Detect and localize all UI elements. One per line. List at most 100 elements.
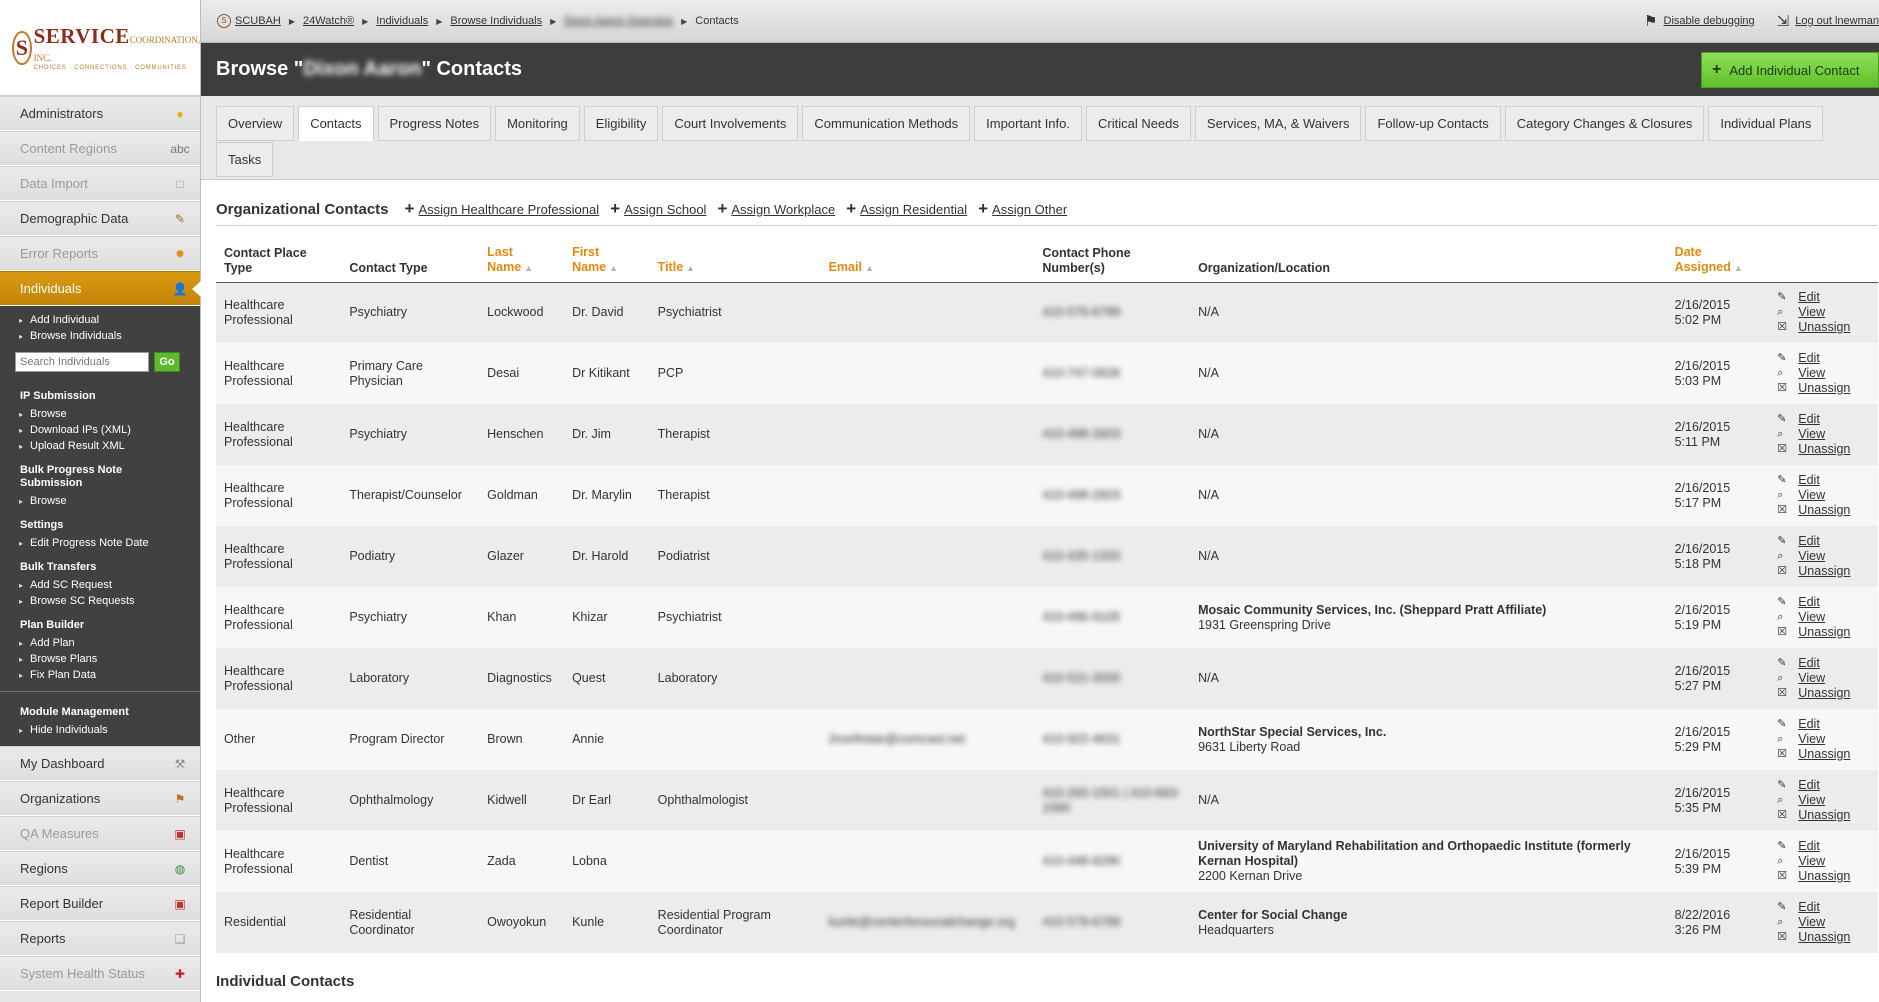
subnav-link-browse[interactable]: Browse — [0, 493, 200, 509]
column-header-last-name[interactable]: Last Name ▲ — [479, 242, 565, 283]
tab-critical-needs[interactable]: Critical Needs — [1086, 106, 1191, 141]
view-link[interactable]: View — [1798, 671, 1825, 686]
edit-link[interactable]: Edit — [1798, 412, 1820, 427]
subnav-link-download-ips-xml[interactable]: Download IPs (XML) — [0, 422, 200, 438]
tab-individual-plans[interactable]: Individual Plans — [1708, 106, 1824, 141]
subnav-link-add-plan[interactable]: Add Plan — [0, 635, 200, 651]
subnav-link-add-sc-request[interactable]: Add SC Request — [0, 577, 200, 593]
assign-link-assign-workplace[interactable]: + Assign Workplace — [717, 199, 835, 219]
sidebar-item-my-dashboard[interactable]: My Dashboard ⚒ — [0, 746, 200, 781]
edit-link[interactable]: Edit — [1798, 900, 1820, 915]
tab-court-involvements[interactable]: Court Involvements — [662, 106, 799, 141]
tab-progress-notes[interactable]: Progress Notes — [377, 106, 492, 141]
table-row: Healthcare Professional Podiatry Glazer Dr.… — [216, 526, 1878, 587]
edit-link[interactable]: Edit — [1798, 778, 1820, 793]
tab-important-info[interactable]: Important Info. — [974, 106, 1082, 141]
sidebar-item-error-reports[interactable]: Error Reports ✹ — [0, 236, 200, 271]
breadcrumb-item-24watch[interactable]: 24Watch® — [303, 15, 354, 27]
subnav-link-browse-plans[interactable]: Browse Plans — [0, 651, 200, 667]
view-link[interactable]: View — [1798, 305, 1825, 320]
subnav-link-add-individual[interactable]: Add Individual — [0, 312, 200, 328]
edit-link[interactable]: Edit — [1798, 351, 1820, 366]
view-link[interactable]: View — [1798, 610, 1825, 625]
column-header-email[interactable]: Email ▲ — [820, 242, 1035, 283]
assign-link-assign-school[interactable]: + Assign School — [610, 199, 706, 219]
edit-link[interactable]: Edit — [1798, 534, 1820, 549]
tab-contacts[interactable]: Contacts — [298, 106, 374, 141]
sidebar-item-report-builder[interactable]: Report Builder ▣ — [0, 886, 200, 921]
sidebar-item-reports[interactable]: Reports ❏ — [0, 921, 200, 956]
subnav-link-browse-sc-requests[interactable]: Browse SC Requests — [0, 593, 200, 609]
view-link[interactable]: View — [1798, 488, 1825, 503]
sidebar-item-system-health-status[interactable]: System Health Status ✚ — [0, 956, 200, 991]
view-link[interactable]: View — [1798, 366, 1825, 381]
view-link[interactable]: View — [1798, 732, 1825, 747]
tab-monitoring[interactable]: Monitoring — [495, 106, 580, 141]
sidebar-item-administrators[interactable]: Administrators ● — [0, 96, 200, 131]
sidebar-item-data-import[interactable]: Data Import □ — [0, 166, 200, 201]
tab-tasks[interactable]: Tasks — [216, 142, 274, 177]
search-go-button[interactable]: Go — [154, 352, 180, 372]
column-header-date-assigned[interactable]: Date Assigned ▲ — [1666, 242, 1770, 283]
unassign-link[interactable]: Unassign — [1798, 930, 1850, 945]
sidebar-item-label: Demographic Data — [20, 211, 129, 226]
subnav-link-fix-plan-data[interactable]: Fix Plan Data — [0, 667, 200, 683]
cell-email — [820, 465, 1035, 526]
subnav-link-browse[interactable]: Browse — [0, 406, 200, 422]
edit-link[interactable]: Edit — [1798, 839, 1820, 854]
view-link[interactable]: View — [1798, 854, 1825, 869]
edit-link[interactable]: Edit — [1798, 717, 1820, 732]
tab-category-changes-closures[interactable]: Category Changes & Closures — [1504, 106, 1705, 141]
unassign-link[interactable]: Unassign — [1798, 747, 1850, 762]
unassign-link[interactable]: Unassign — [1798, 503, 1850, 518]
sidebar-item-organizations[interactable]: Organizations ⚑ — [0, 781, 200, 816]
edit-link[interactable]: Edit — [1798, 656, 1820, 671]
tab-overview[interactable]: Overview — [216, 106, 295, 141]
subnav-link-hide-individuals[interactable]: Hide Individuals — [0, 722, 200, 738]
unassign-link[interactable]: Unassign — [1798, 869, 1850, 884]
breadcrumb-item-individuals[interactable]: Individuals — [376, 15, 428, 27]
sidebar-item-regions[interactable]: Regions ◍ — [0, 851, 200, 886]
unassign-link[interactable]: Unassign — [1798, 320, 1850, 335]
cell-title: Laboratory — [649, 648, 821, 709]
edit-link[interactable]: Edit — [1798, 290, 1820, 305]
subnav-link-upload-result-xml[interactable]: Upload Result XML — [0, 438, 200, 454]
assign-link-assign-healthcare-professional[interactable]: + Assign Healthcare Professional — [405, 199, 600, 219]
view-link[interactable]: View — [1798, 793, 1825, 808]
sidebar-item-content-regions[interactable]: Content Regions abc — [0, 131, 200, 166]
subnav-link-browse-individuals[interactable]: Browse Individuals — [0, 328, 200, 344]
column-header-first-name[interactable]: First Name ▲ — [564, 242, 650, 283]
assign-link-assign-residential[interactable]: + Assign Residential — [846, 199, 967, 219]
unassign-link[interactable]: Unassign — [1798, 625, 1850, 640]
view-link[interactable]: View — [1798, 549, 1825, 564]
breadcrumb-item-dixon-aaron-overview[interactable]: Dixon Aaron Overview — [564, 15, 673, 27]
view-link[interactable]: View — [1798, 427, 1825, 442]
breadcrumb-item-browse-individuals[interactable]: Browse Individuals — [450, 15, 542, 27]
cell-title: PCP — [649, 343, 821, 404]
edit-link[interactable]: Edit — [1798, 473, 1820, 488]
column-header-title[interactable]: Title ▲ — [649, 242, 821, 283]
logout-link[interactable]: Log out lnewman — [1795, 15, 1879, 27]
add-individual-contact-button[interactable]: + Add Individual Contact — [1701, 52, 1879, 88]
disable-debugging-link[interactable]: Disable debugging — [1664, 15, 1755, 27]
cell-place: Healthcare Professional — [216, 831, 342, 892]
logo[interactable]: S SERVICECOORDINATION, INC. CHOICES · CO… — [0, 0, 200, 96]
sidebar-item-individuals[interactable]: Individuals 👤 — [0, 271, 201, 306]
unassign-link[interactable]: Unassign — [1798, 381, 1850, 396]
assign-link-assign-other[interactable]: + Assign Other — [978, 199, 1067, 219]
tab-communication-methods[interactable]: Communication Methods — [802, 106, 971, 141]
search-individuals-input[interactable] — [15, 352, 149, 372]
unassign-link[interactable]: Unassign — [1798, 564, 1850, 579]
tab-services-ma-waivers[interactable]: Services, MA, & Waivers — [1194, 106, 1362, 141]
breadcrumb-item-scubah[interactable]: SCUBAH — [235, 15, 281, 27]
tab-follow-up-contacts[interactable]: Follow-up Contacts — [1365, 106, 1501, 141]
edit-link[interactable]: Edit — [1798, 595, 1820, 610]
sidebar-item-demographic-data[interactable]: Demographic Data ✎ — [0, 201, 200, 236]
unassign-link[interactable]: Unassign — [1798, 442, 1850, 457]
tab-eligibility[interactable]: Eligibility — [583, 106, 659, 141]
unassign-link[interactable]: Unassign — [1798, 808, 1850, 823]
unassign-link[interactable]: Unassign — [1798, 686, 1850, 701]
sidebar-item-qa-measures[interactable]: QA Measures ▣ — [0, 816, 200, 851]
subnav-link-edit-progress-note-date[interactable]: Edit Progress Note Date — [0, 535, 200, 551]
view-link[interactable]: View — [1798, 915, 1825, 930]
